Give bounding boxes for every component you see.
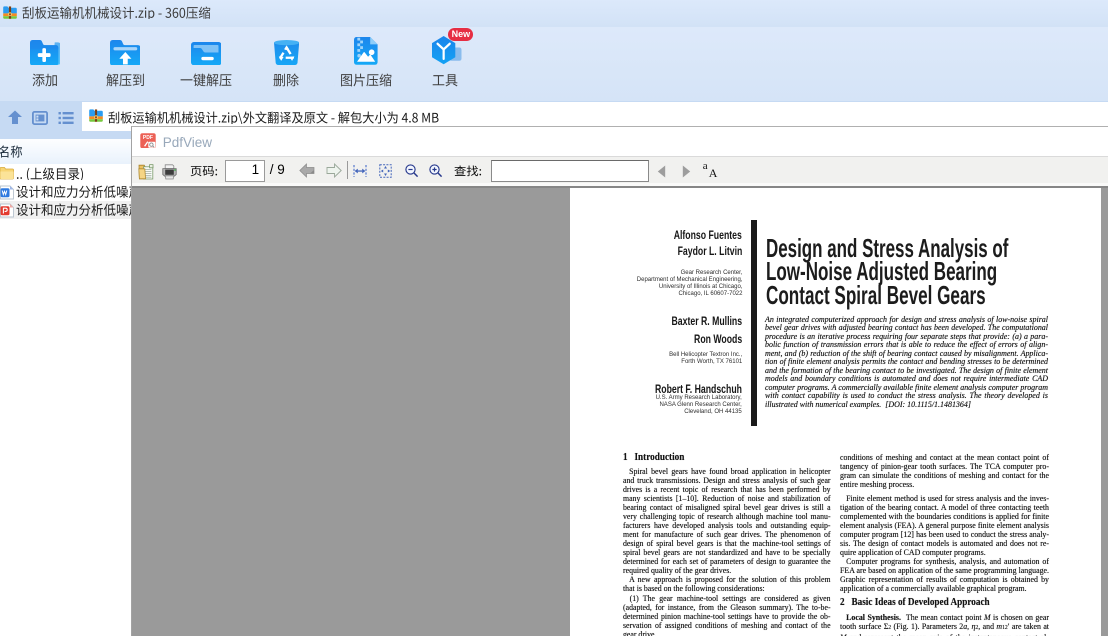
svg-text:PDF: PDF xyxy=(143,134,153,140)
